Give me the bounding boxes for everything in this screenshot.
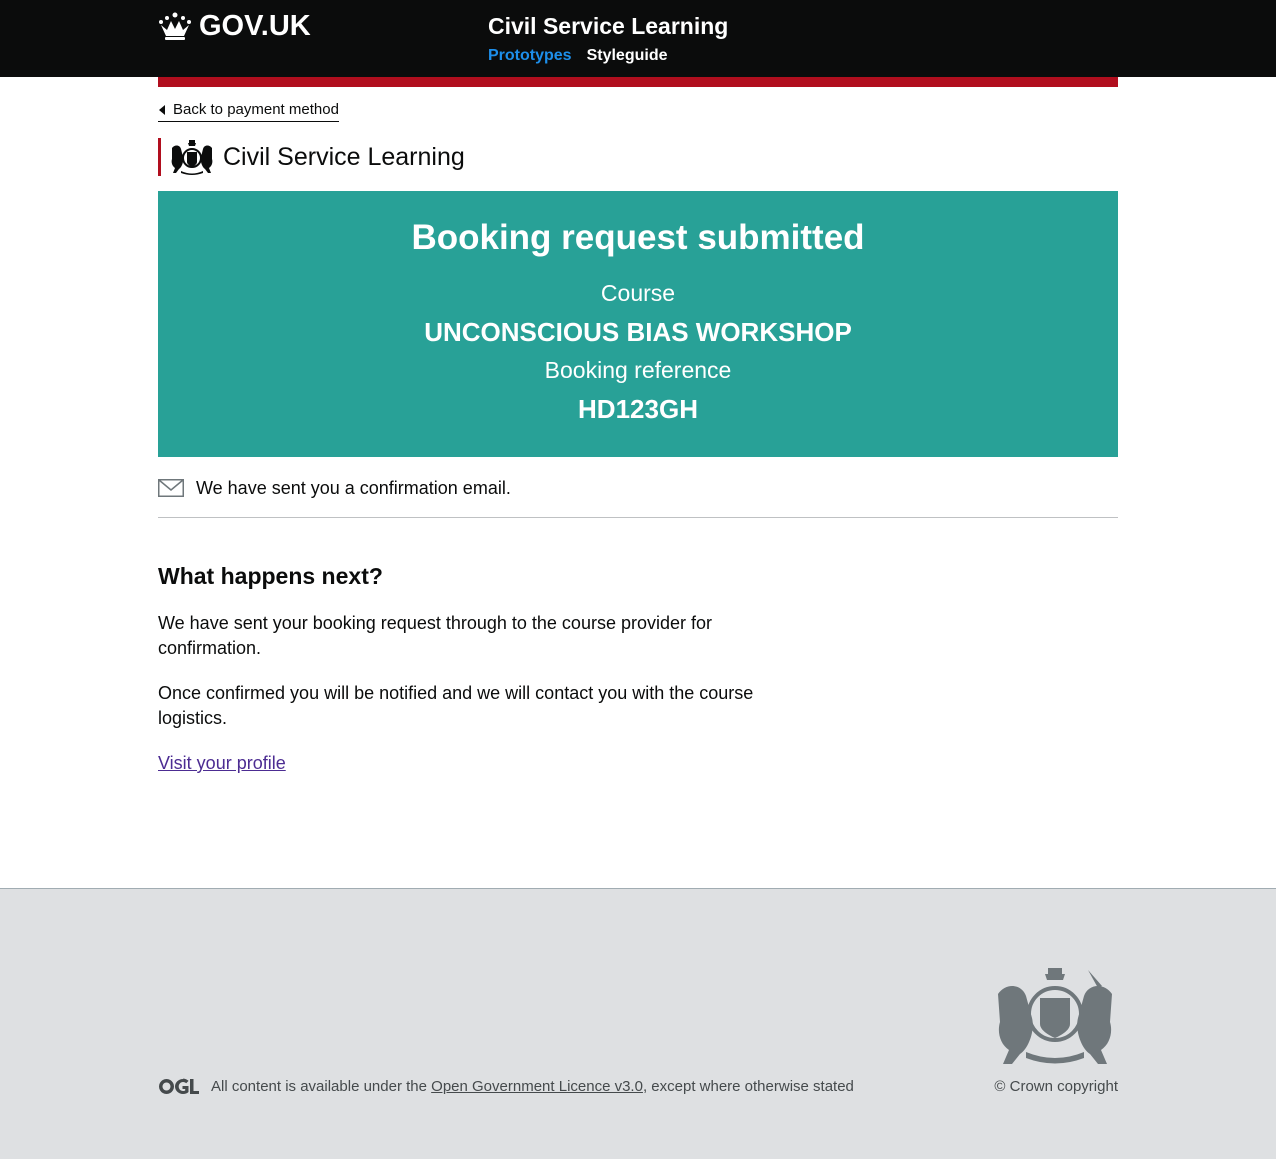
open-government-licence-link[interactable]: Open Government Licence v3.0 (431, 1078, 643, 1095)
back-link-label: Back to payment method (173, 101, 339, 118)
envelope-icon (158, 479, 184, 497)
nav-item-styleguide[interactable]: Styleguide (587, 45, 668, 67)
royal-coat-of-arms-icon (171, 140, 213, 175)
next-steps-paragraph-2: Once confirmed you will be notified and … (158, 683, 754, 728)
panel-title: Booking request submitted (411, 218, 865, 257)
back-link[interactable]: Back to payment method (158, 100, 339, 122)
confirmation-email-notice: We have sent you a confirmation email. (158, 472, 1118, 518)
next-steps-paragraph-1: We have sent your booking request throug… (158, 613, 712, 658)
organisation-brand: Civil Service Learning (158, 138, 465, 176)
govuk-header: GOV.UK Civil Service Learning Prototypes… (0, 0, 1276, 77)
service-name-link[interactable]: Civil Service Learning (488, 9, 728, 43)
crown-icon (159, 12, 191, 40)
licence-prefix: All content is available under the (211, 1078, 427, 1095)
header-navigation: Prototypes Styleguide (488, 45, 667, 67)
next-steps-heading: What happens next? (158, 563, 383, 589)
back-arrow-icon (159, 105, 165, 115)
visit-profile-link[interactable]: Visit your profile (158, 751, 286, 776)
course-label: Course (600, 280, 676, 306)
govuk-footer: All content is available under the Open … (0, 888, 1276, 1159)
confirmation-panel: Booking request submitted Course UNCONSC… (158, 191, 1118, 457)
ogl-logo-icon (159, 1078, 199, 1094)
organisation-name: Civil Service Learning (223, 143, 465, 171)
licence-statement: All content is available under the Open … (211, 1077, 854, 1097)
header-accent-bar (158, 77, 1118, 87)
govuk-logo-link[interactable]: GOV.UK (158, 8, 311, 44)
crown-copyright-crest-icon (998, 968, 1112, 1064)
nav-item-prototypes[interactable]: Prototypes (488, 45, 572, 67)
course-value: UNCONSCIOUS BIAS WORKSHOP (424, 317, 852, 347)
licence-suffix: , except where otherwise stated (642, 1078, 854, 1095)
crown-copyright-link[interactable]: © Crown copyright (994, 1077, 1118, 1097)
email-notice-text: We have sent you a confirmation email. (196, 478, 511, 498)
govuk-logo-text: GOV.UK (199, 10, 311, 42)
booking-reference-value: HD123GH (578, 394, 698, 424)
booking-reference-label: Booking reference (544, 357, 732, 383)
